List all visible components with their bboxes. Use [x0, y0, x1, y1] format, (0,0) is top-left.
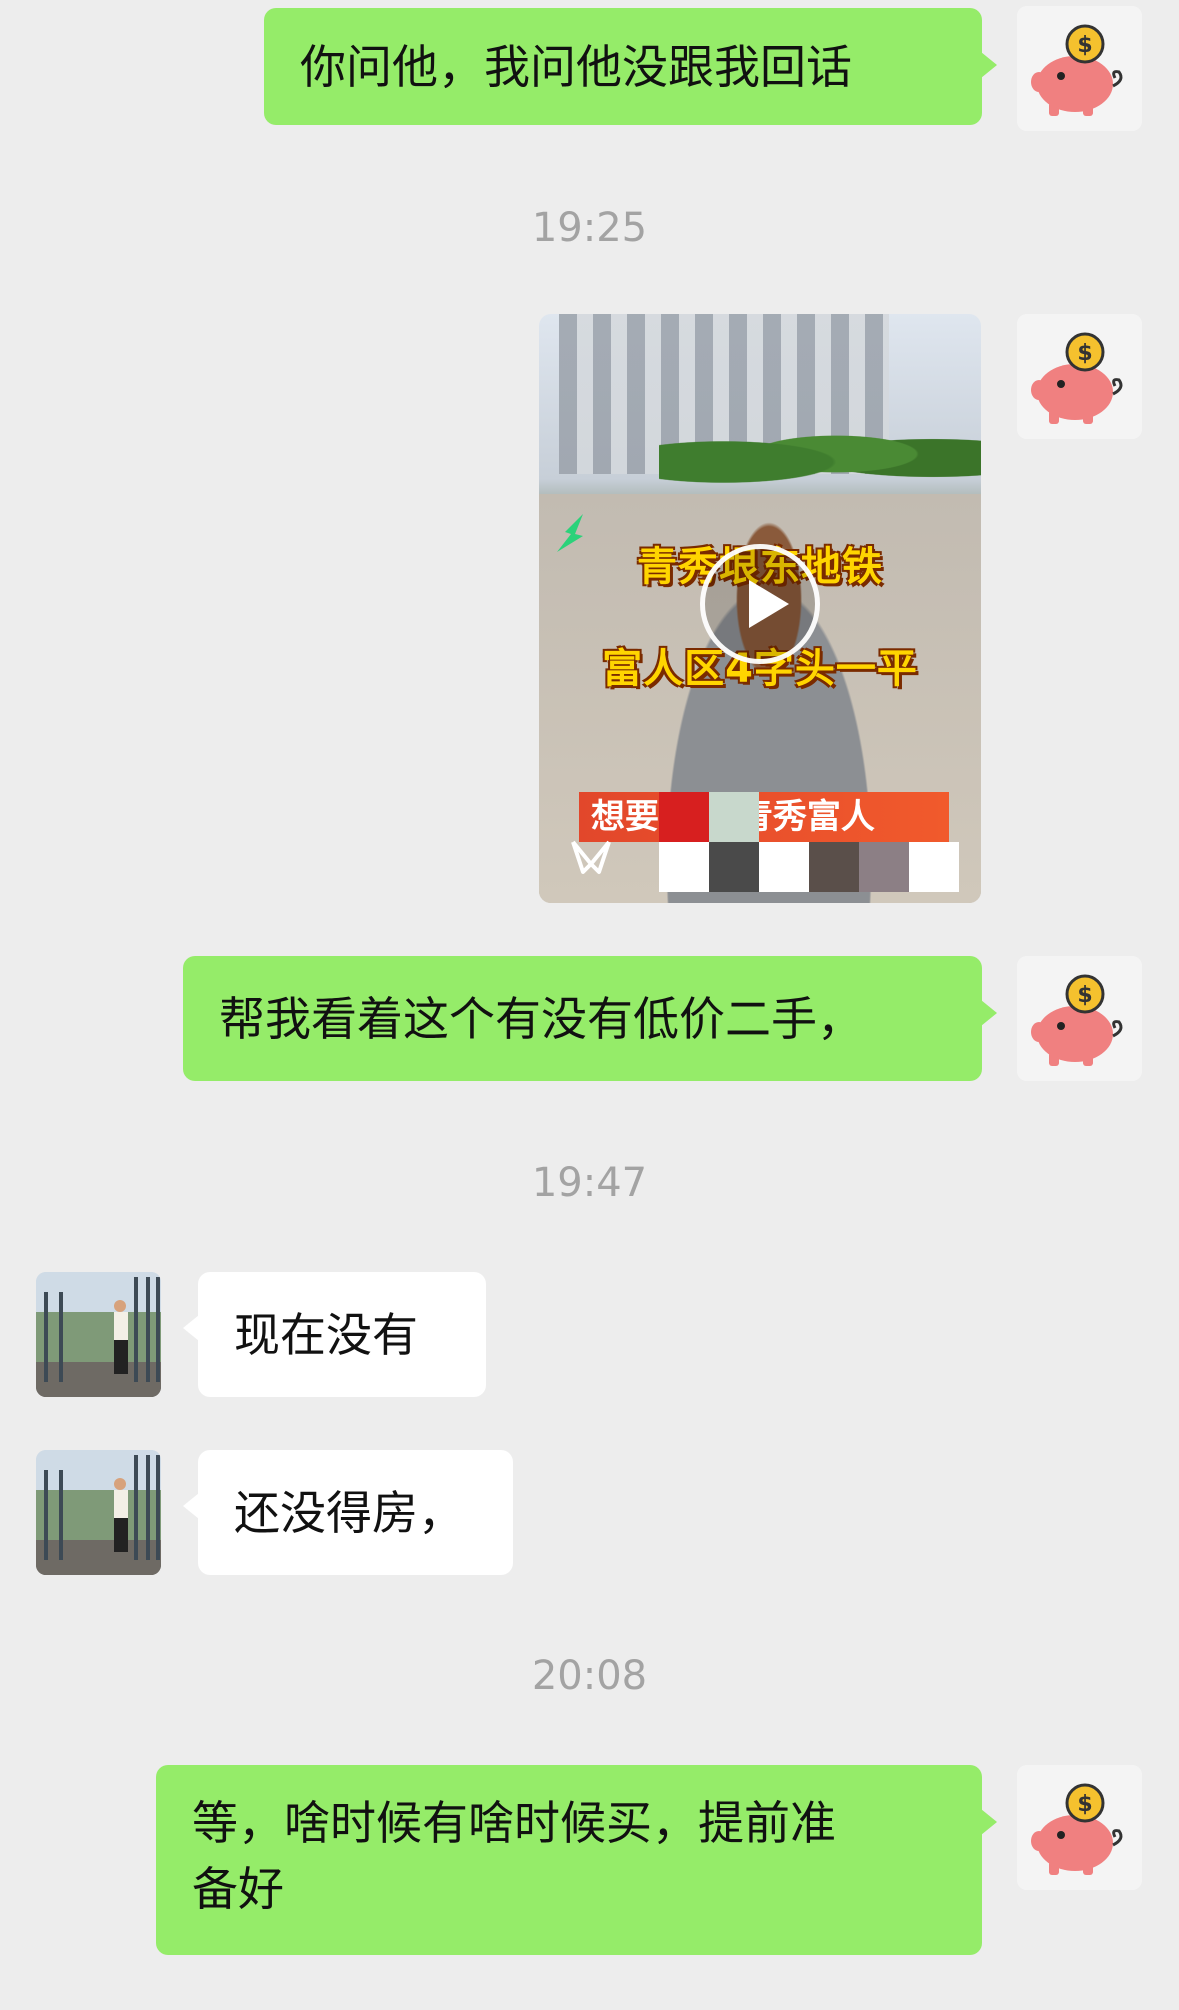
message-text: 你问他，我问他没跟我回话: [300, 39, 852, 94]
message-bubble-sent[interactable]: 你问他，我问他没跟我回话: [264, 8, 997, 125]
message-bubble-sent[interactable]: 等，啥时候有啥时候买，提前准 备好: [156, 1765, 997, 1955]
timestamp: 20:08: [531, 1653, 648, 1699]
butterfly-icon: [571, 840, 611, 874]
timestamp: 19:25: [531, 205, 648, 251]
piggy-bank-icon: $: [1017, 6, 1142, 131]
message-bubble-received[interactable]: 还没得房，: [183, 1450, 513, 1575]
piggy-bank-icon: $: [1017, 956, 1142, 1081]
contact-photo: [36, 1272, 161, 1397]
message-text-line2: 备好: [192, 1862, 284, 1916]
piggy-bank-icon: $: [1017, 314, 1142, 439]
message-text: 还没得房，: [234, 1485, 464, 1540]
piggy-bank-icon: $: [1017, 1765, 1142, 1890]
message-text: 现在没有: [234, 1307, 418, 1362]
my-avatar[interactable]: $: [1017, 1765, 1142, 1890]
svg-text:$: $: [1077, 33, 1092, 58]
play-icon[interactable]: [700, 544, 820, 664]
svg-text:$: $: [1077, 983, 1092, 1008]
video-message[interactable]: 青秀垠东地铁 富人区4字头一平 想要 安家青秀富人: [539, 314, 981, 903]
my-avatar[interactable]: $: [1017, 6, 1142, 131]
my-avatar[interactable]: $: [1017, 956, 1142, 1081]
video-mosaic: [659, 792, 959, 892]
video-thumbnail-trees: [659, 414, 981, 494]
contact-photo: [36, 1450, 161, 1575]
svg-text:$: $: [1077, 341, 1092, 366]
message-text-line1: 等，啥时候有啥时候买，提前准: [192, 1796, 836, 1850]
message-bubble-received[interactable]: 现在没有: [183, 1272, 486, 1397]
my-avatar[interactable]: $: [1017, 314, 1142, 439]
timestamp: 19:47: [531, 1160, 648, 1206]
contact-avatar[interactable]: [36, 1272, 161, 1397]
contact-avatar[interactable]: [36, 1450, 161, 1575]
message-bubble-sent[interactable]: 帮我看着这个有没有低价二手，: [183, 956, 997, 1081]
message-text: 帮我看着这个有没有低价二手，: [219, 991, 863, 1046]
svg-text:$: $: [1077, 1792, 1092, 1817]
